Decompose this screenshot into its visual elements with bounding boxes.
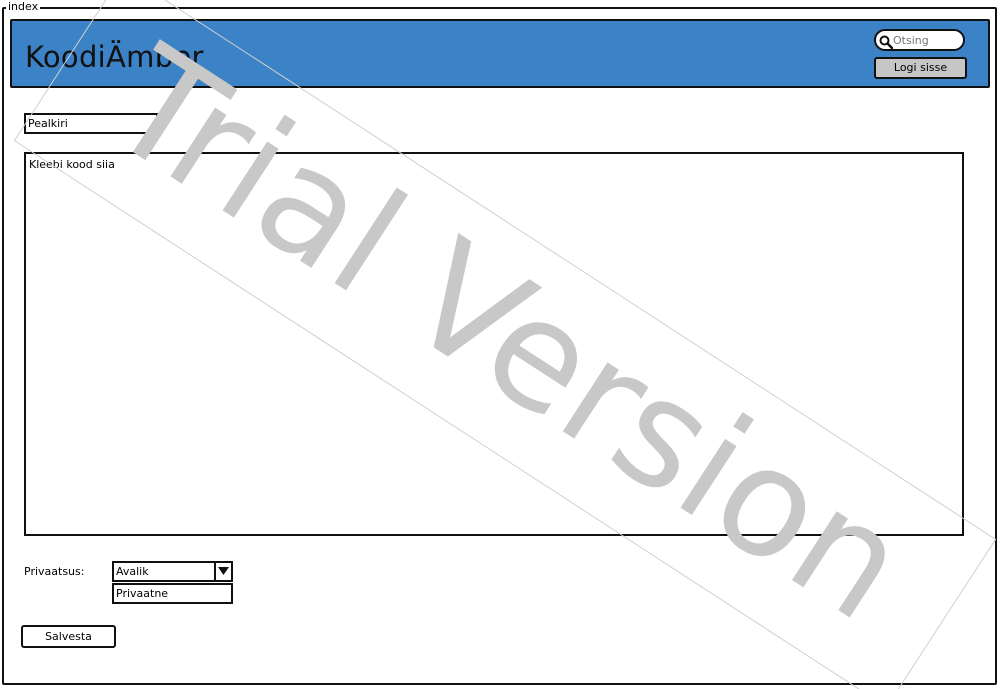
window-title: index — [6, 0, 41, 14]
privacy-selected-value: Avalik — [116, 565, 149, 578]
code-textarea[interactable]: Kleebi kood siia — [24, 152, 964, 536]
search-input[interactable] — [893, 32, 961, 48]
privacy-label: Privaatsus: — [24, 565, 85, 578]
title-input[interactable]: Pealkiri — [24, 113, 158, 134]
login-button[interactable]: Logi sisse — [874, 57, 967, 79]
search-box[interactable] — [874, 29, 965, 51]
dropdown-arrow-icon[interactable] — [214, 563, 231, 580]
search-icon — [879, 34, 894, 50]
app-logo[interactable]: KoodiÄmber — [25, 40, 204, 74]
save-button[interactable]: Salvesta — [21, 625, 116, 648]
privacy-select[interactable]: Avalik — [112, 561, 233, 582]
header-bar: KoodiÄmber Logi sisse — [10, 19, 990, 88]
privacy-option[interactable]: Privaatne — [112, 583, 233, 604]
